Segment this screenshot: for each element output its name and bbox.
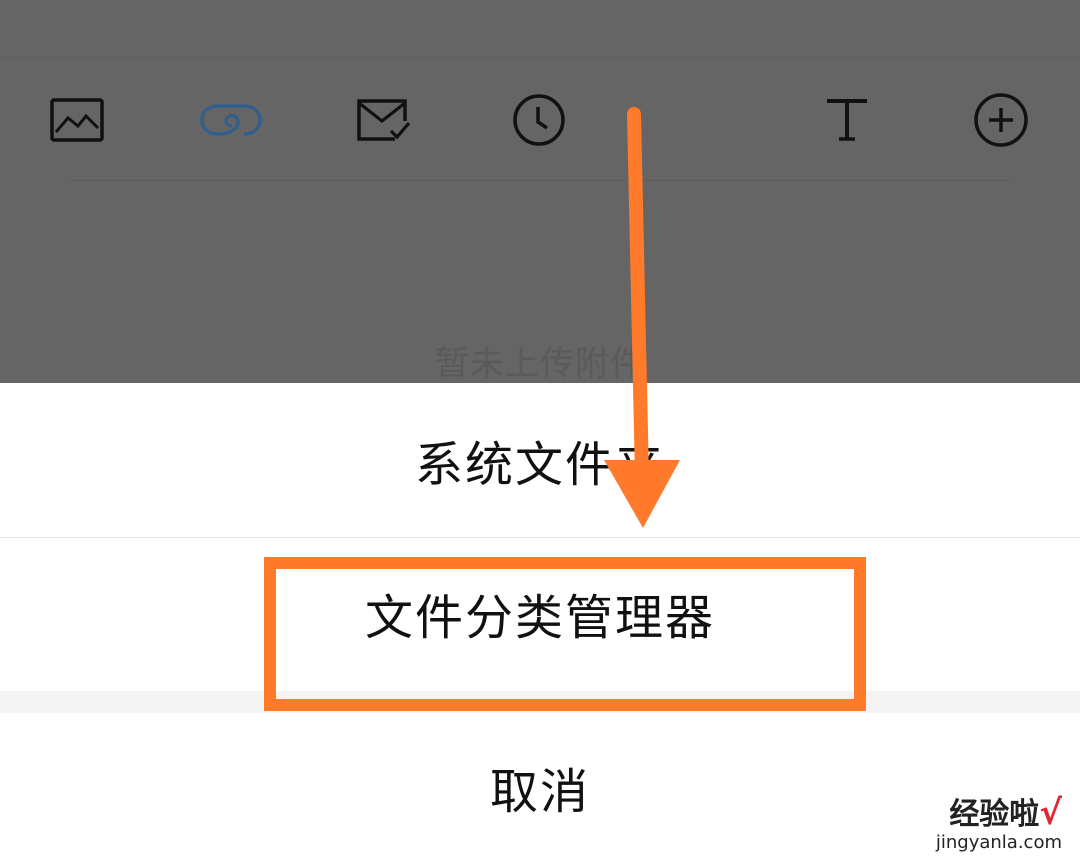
dimmed-background[interactable]: 暂未上传附件 bbox=[0, 0, 1080, 384]
text-format-button[interactable] bbox=[812, 80, 882, 160]
screen: 暂未上传附件 系统文件夹 文件分类管理器 取消 经验啦√ jingyanla.c… bbox=[0, 0, 1080, 868]
cancel-option[interactable]: 取消 bbox=[0, 713, 1080, 868]
attachment-button[interactable] bbox=[196, 80, 266, 160]
attachment-icon bbox=[198, 100, 264, 140]
mail-check-icon bbox=[355, 97, 413, 143]
check-icon: √ bbox=[1039, 793, 1062, 833]
add-circle-icon bbox=[973, 92, 1029, 148]
add-button[interactable] bbox=[966, 80, 1036, 160]
file-manager-option[interactable]: 文件分类管理器 bbox=[0, 538, 1080, 691]
toolbar-divider bbox=[68, 180, 1012, 181]
text-format-icon bbox=[823, 96, 871, 144]
mail-check-button[interactable] bbox=[349, 80, 419, 160]
image-icon bbox=[50, 98, 104, 142]
image-button[interactable] bbox=[42, 80, 112, 160]
header-divider bbox=[0, 57, 1080, 58]
watermark-title: 经验啦 bbox=[949, 797, 1040, 832]
editor-toolbar bbox=[0, 80, 1080, 160]
clock-icon bbox=[512, 93, 566, 147]
watermark: 经验啦√ jingyanla.com bbox=[922, 796, 1062, 860]
system-folder-option[interactable]: 系统文件夹 bbox=[0, 383, 1080, 537]
schedule-button[interactable] bbox=[504, 80, 574, 160]
watermark-url: jingyanla.com bbox=[935, 832, 1062, 853]
sheet-gap bbox=[0, 691, 1080, 713]
action-sheet: 系统文件夹 文件分类管理器 取消 bbox=[0, 383, 1080, 868]
empty-attachments-text: 暂未上传附件 bbox=[435, 344, 645, 384]
